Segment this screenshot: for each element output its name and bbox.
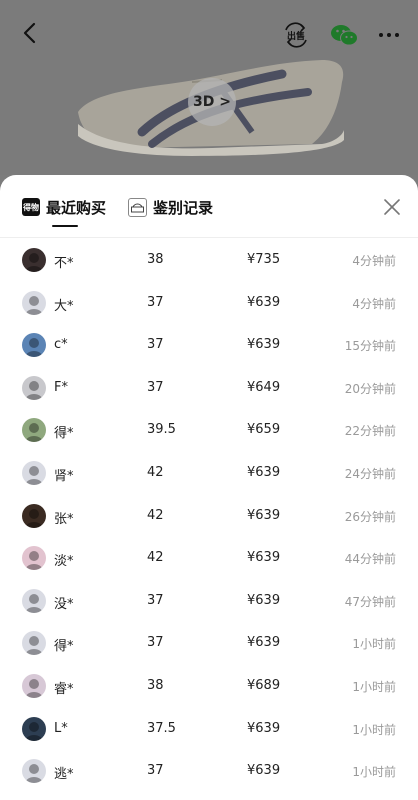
purchase-price: ¥659 [247, 422, 281, 438]
buyer-name: 张* [54, 511, 74, 527]
shoe-size: 37 [147, 592, 164, 608]
buyer-name: 没* [54, 596, 74, 612]
purchase-row: 大* 37 ¥639 4分钟前 [0, 284, 418, 327]
avatar[interactable] [22, 716, 46, 741]
shoe-size: 38 [147, 678, 164, 693]
purchase-price: ¥639 [247, 635, 281, 651]
avatar[interactable] [22, 248, 46, 272]
buyer-name: 肾* [54, 469, 74, 484]
wechat-share-button[interactable] [329, 22, 359, 48]
avatar[interactable] [22, 375, 46, 400]
close-icon[interactable] [382, 197, 402, 217]
three-d-view-button[interactable]: 3D > [188, 78, 236, 126]
purchase-time: 1小时前 [352, 637, 396, 652]
purchase-price: ¥639 [247, 337, 281, 353]
purchase-row: 没* 37 ¥639 47分钟前 [0, 582, 418, 625]
purchase-price: ¥639 [247, 550, 281, 566]
purchase-time: 22分钟前 [344, 424, 396, 439]
purchase-time: 1小时前 [352, 765, 396, 780]
purchase-row: 得* 39.5 ¥659 22分钟前 [0, 411, 418, 454]
purchase-time: 1小时前 [352, 680, 396, 694]
purchase-time: 47分钟前 [344, 594, 396, 609]
purchase-row: 肾* 42 ¥639 24分钟前 [0, 454, 418, 497]
shoe-size: 37 [147, 294, 164, 310]
purchase-time: 4分钟前 [352, 296, 396, 311]
purchase-price: ¥639 [247, 763, 281, 779]
buyer-name: 得* [54, 639, 74, 655]
purchase-time: 4分钟前 [352, 254, 396, 268]
chevron-left-icon[interactable] [18, 20, 44, 46]
sell-icon: 出售 [285, 22, 307, 48]
purchase-row: L* 37.5 ¥639 1小时前 [0, 710, 418, 753]
purchase-time: 1小时前 [352, 722, 396, 737]
buyer-name: c* [54, 337, 68, 353]
purchase-time: 24分钟前 [344, 467, 396, 481]
shoe-size: 37 [147, 379, 164, 395]
buyer-name: 得* [54, 426, 74, 442]
tab-recent-purchases[interactable]: 得物 最近购买 [22, 195, 106, 219]
svg-text:出售: 出售 [287, 30, 305, 42]
purchase-price: ¥689 [247, 678, 281, 693]
buyer-name: L* [54, 720, 68, 736]
purchase-row: 不* 38 ¥735 4分钟前 [0, 241, 418, 284]
buyer-name: 淡* [54, 554, 74, 570]
purchase-time: 26分钟前 [344, 509, 396, 524]
shoe-size: 37.5 [147, 720, 176, 736]
tab-label: 最近购买 [46, 198, 107, 217]
avatar[interactable] [22, 333, 46, 358]
authentication-icon [128, 197, 147, 217]
shoe-size: 38 [147, 252, 164, 267]
purchase-price: ¥639 [247, 592, 281, 608]
buyer-name: 逃* [54, 767, 74, 783]
avatar[interactable] [22, 631, 46, 656]
purchase-row: 淡* 42 ¥639 44分钟前 [0, 539, 418, 582]
purchase-price: ¥735 [247, 252, 281, 267]
purchase-row: 睿* 38 ¥689 1小时前 [0, 667, 418, 710]
avatar[interactable] [22, 461, 46, 485]
shoe-size: 42 [147, 550, 164, 566]
purchase-row: 张* 42 ¥639 26分钟前 [0, 497, 418, 540]
product-header-overlay: 出售 3D > [0, 0, 418, 175]
sheet-tabs: 得物 最近购买 鉴别记录 [0, 175, 418, 238]
purchase-row: 得* 37 ¥639 1小时前 [0, 624, 418, 667]
avatar[interactable] [22, 290, 46, 315]
active-tab-indicator [52, 225, 78, 227]
tab-authentication-records[interactable]: 鉴别记录 [128, 195, 213, 219]
buyer-name: F* [54, 379, 68, 395]
purchase-price: ¥639 [247, 720, 281, 736]
avatar[interactable] [22, 759, 46, 784]
purchase-price: ¥639 [247, 465, 281, 480]
purchase-price: ¥639 [247, 294, 281, 310]
shoe-size: 42 [147, 507, 164, 523]
purchase-time: 44分钟前 [344, 552, 396, 567]
shoe-size: 39.5 [147, 422, 176, 438]
buyer-name: 大* [54, 298, 74, 314]
purchase-time: 15分钟前 [344, 339, 396, 354]
more-icon[interactable] [377, 26, 401, 44]
shoe-size: 37 [147, 763, 164, 779]
avatar[interactable] [22, 546, 46, 571]
purchase-row: c* 37 ¥639 15分钟前 [0, 326, 418, 369]
shoe-size: 42 [147, 465, 164, 480]
purchase-price: ¥649 [247, 379, 281, 395]
purchase-time: 20分钟前 [344, 381, 396, 396]
purchase-row: 逃* 37 ¥639 1小时前 [0, 752, 418, 795]
dewu-logo-icon: 得物 [22, 198, 40, 216]
purchase-price: ¥639 [247, 507, 281, 523]
avatar[interactable] [22, 503, 46, 528]
tab-label: 鉴别记录 [153, 198, 214, 217]
avatar[interactable] [22, 588, 46, 613]
shoe-size: 37 [147, 337, 164, 353]
avatar[interactable] [22, 418, 46, 443]
buyer-name: 不* [54, 256, 74, 271]
purchase-row: F* 37 ¥649 20分钟前 [0, 369, 418, 412]
buyer-name: 睿* [54, 682, 74, 697]
recent-purchases-sheet: 得物 最近购买 鉴别记录 不* 38 ¥735 4分钟前 大* 37 ¥639 4分钟前 c* 3… [0, 175, 418, 800]
sell-button[interactable]: 出售 [282, 22, 310, 48]
avatar[interactable] [22, 674, 46, 698]
shoe-size: 37 [147, 635, 164, 651]
wechat-icon [331, 25, 358, 46]
